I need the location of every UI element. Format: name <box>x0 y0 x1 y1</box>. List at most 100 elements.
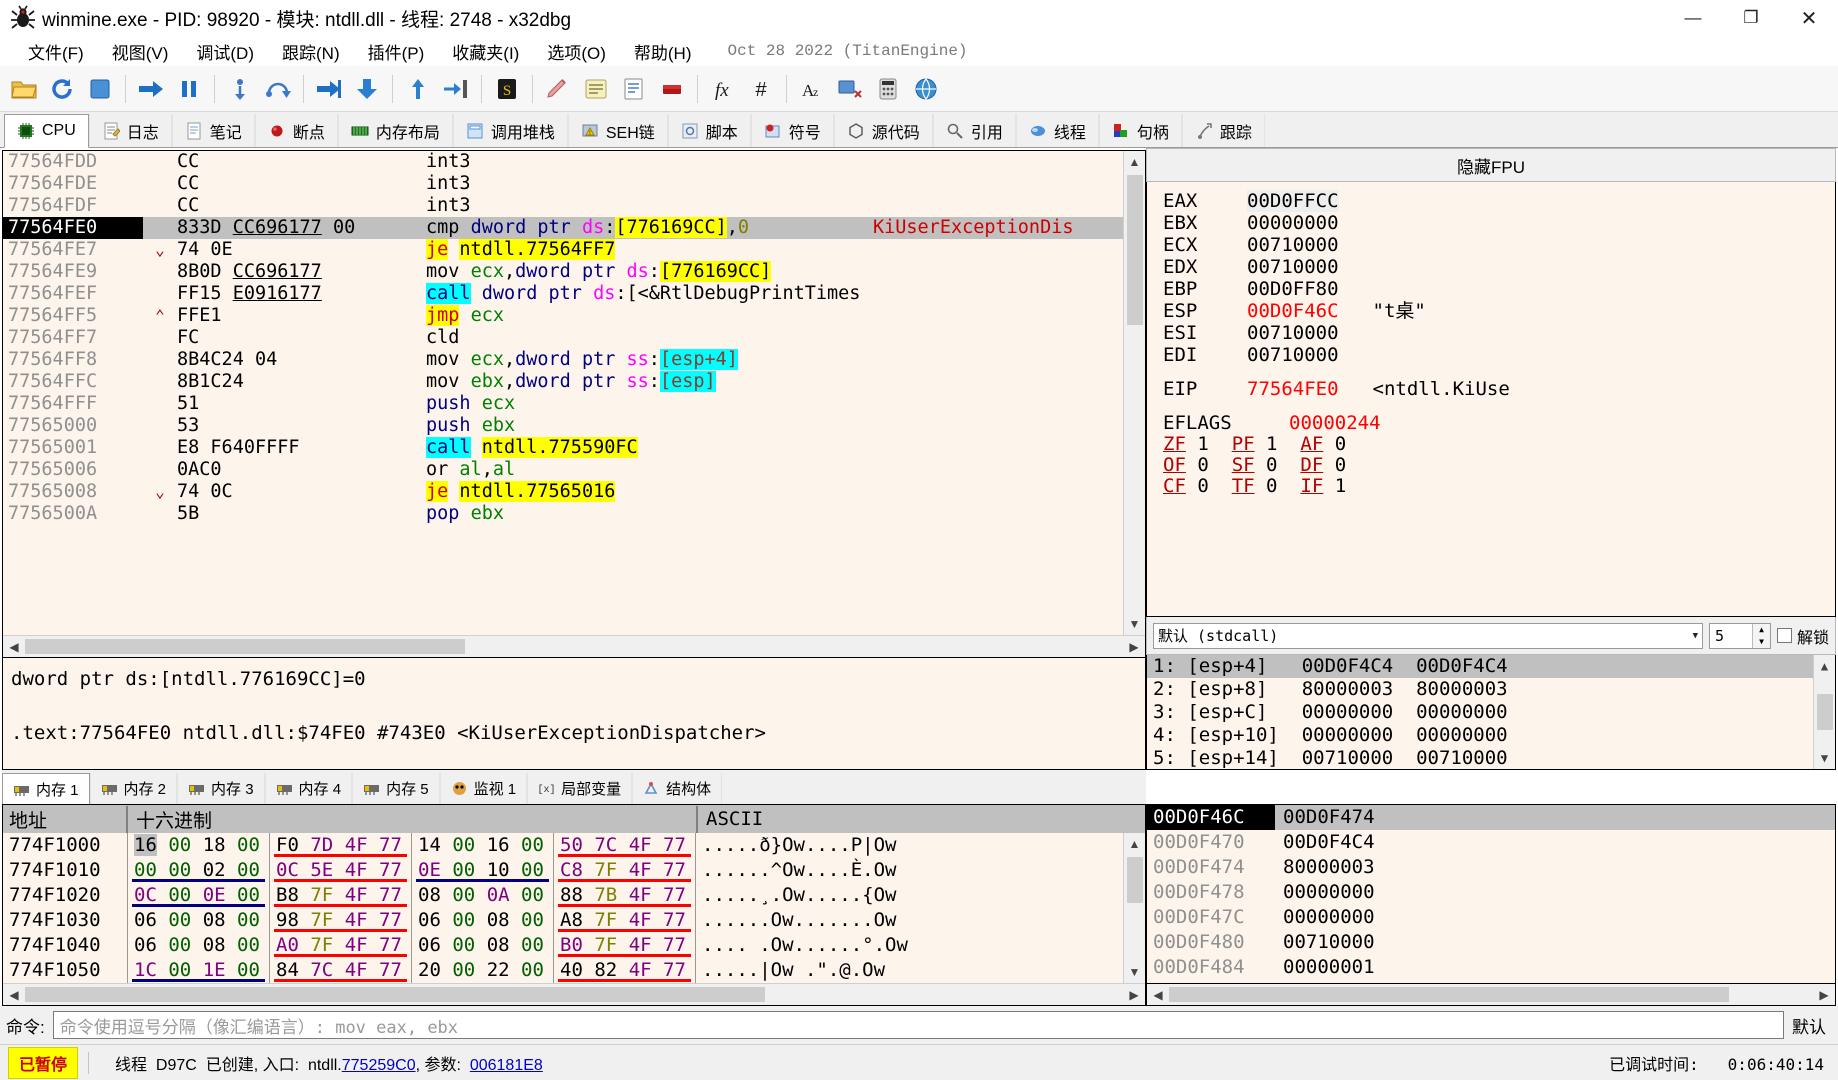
menu-favorites[interactable]: 收藏夹(I) <box>438 37 533 66</box>
menu-help[interactable]: 帮助(H) <box>620 37 706 66</box>
hex-byte[interactable]: 00 <box>521 959 544 981</box>
hex-byte[interactable]: 0E <box>418 859 441 881</box>
hex-group[interactable]: 16 00 18 00 <box>128 833 270 858</box>
hex-byte[interactable]: 22 <box>487 959 510 981</box>
menu-file[interactable]: 文件(F) <box>14 37 98 66</box>
dump-row[interactable]: 774F1050 1C 00 1E 00 84 7C 4F 77 20 00 22 0… <box>3 958 1123 983</box>
hex-byte[interactable]: 7F <box>594 909 617 931</box>
flags-row[interactable]: ZF 1 PF 1 AF 0 <box>1163 434 1835 455</box>
hex-byte[interactable]: 77 <box>663 934 686 956</box>
flag-name[interactable]: DF <box>1300 454 1323 476</box>
dump-row-ascii[interactable]: .....ð}Ow....P|Ow <box>696 833 1123 858</box>
hex-byte[interactable]: 7F <box>310 934 333 956</box>
dump-tab-内存-3[interactable]: 内存 3 <box>177 773 265 804</box>
tab-cpu[interactable]: CPU <box>4 114 89 148</box>
hex-byte[interactable]: 77 <box>379 859 402 881</box>
register-row[interactable]: ESP 00D0F46C "t桌" <box>1163 300 1835 322</box>
disassembly-row[interactable]: 77565006 0AC0 or al,al <box>3 459 1123 481</box>
register-row[interactable]: ESI 00710000 <box>1163 322 1835 344</box>
breakpoint-icon-tb[interactable] <box>654 71 690 107</box>
hex-byte[interactable]: 00 <box>521 884 544 906</box>
stack-value[interactable]: 00D0F474 <box>1275 805 1440 830</box>
scroll-down-icon[interactable]: ▼ <box>1124 613 1146 635</box>
hex-byte[interactable]: 00 <box>237 834 260 856</box>
dump-row-ascii[interactable]: .....¸.Ow.....{Ow <box>696 883 1123 908</box>
hex-byte[interactable]: 4F <box>629 934 652 956</box>
flag-name[interactable]: PF <box>1232 433 1255 455</box>
run-icon[interactable] <box>133 71 169 107</box>
hex-byte[interactable]: 00 <box>168 959 191 981</box>
dump-vscrollbar[interactable]: ▲ ▼ <box>1123 833 1145 983</box>
hex-byte[interactable]: B0 <box>560 934 583 956</box>
hex-group[interactable]: B8 7F 4F 77 <box>270 883 412 908</box>
hex-byte[interactable]: A8 <box>560 909 583 931</box>
hex-byte[interactable]: 4F <box>345 934 368 956</box>
hex-byte[interactable]: 4F <box>629 884 652 906</box>
hex-byte[interactable]: 10 <box>487 859 510 881</box>
hex-byte[interactable]: 00 <box>168 834 191 856</box>
hex-byte[interactable]: 00 <box>237 959 260 981</box>
hex-byte[interactable]: 77 <box>379 909 402 931</box>
hex-group[interactable]: A0 7F 4F 77 <box>270 933 412 958</box>
hex-group[interactable]: 0C 5E 4F 77 <box>270 858 412 883</box>
hex-group[interactable]: F0 7D 4F 77 <box>270 833 412 858</box>
hex-byte[interactable]: 00 <box>452 909 475 931</box>
dump-tab-内存-4[interactable]: 内存 4 <box>264 773 353 804</box>
tab-trace[interactable]: 跟踪 <box>1181 114 1265 147</box>
hex-group[interactable]: 1C 00 1E 00 <box>128 958 270 983</box>
step-out-icon[interactable] <box>400 71 436 107</box>
stack-hscrollbar[interactable]: ◀ ▶ <box>1146 984 1836 1006</box>
hex-group[interactable]: 20 00 22 00 <box>412 958 554 983</box>
hex-group[interactable]: 06 00 08 00 <box>128 933 270 958</box>
hex-byte[interactable]: 40 <box>560 959 583 981</box>
hex-byte[interactable]: 00 <box>237 909 260 931</box>
arguments-list[interactable]: 1: [esp+4] 00D0F4C4 00D0F4C4 2: [esp+8] 8… <box>1147 655 1813 769</box>
checkbox-box[interactable] <box>1776 628 1792 643</box>
hex-byte[interactable]: 06 <box>418 934 441 956</box>
register-value[interactable]: 00D0FFCC <box>1247 190 1339 212</box>
command-mode-label[interactable]: 默认 <box>1792 1013 1832 1038</box>
hex-byte[interactable]: 0A <box>487 884 510 906</box>
hex-byte[interactable]: 4F <box>345 834 368 856</box>
register-value[interactable]: 00710000 <box>1247 256 1339 278</box>
hex-byte[interactable]: A0 <box>276 934 299 956</box>
hex-byte[interactable]: 7F <box>594 934 617 956</box>
arg-count-stepper[interactable]: 5 ▲ ▼ <box>1708 622 1771 649</box>
scroll-up-icon[interactable]: ▲ <box>1814 655 1836 677</box>
flag-value[interactable]: 0 <box>1335 454 1346 476</box>
stack-row[interactable]: 00D0F470 00D0F4C4 <box>1147 830 1835 855</box>
register-value[interactable]: 00D0FF80 <box>1247 278 1339 300</box>
disassembly-row[interactable]: 77564FDF CC int3 <box>3 195 1123 217</box>
scroll-up-icon[interactable]: ▲ <box>1124 833 1146 855</box>
hex-byte[interactable]: 02 <box>203 859 226 881</box>
dump-tab-内存-2[interactable]: 内存 2 <box>89 773 178 804</box>
hex-byte[interactable]: 08 <box>418 884 441 906</box>
argument-row[interactable]: 2: [esp+8] 80000003 80000003 <box>1147 678 1813 701</box>
flag-name[interactable]: ZF <box>1163 433 1186 455</box>
hex-group[interactable]: 06 00 08 00 <box>128 908 270 933</box>
register-value[interactable]: 00710000 <box>1247 344 1339 366</box>
hex-byte[interactable]: 00 <box>237 884 260 906</box>
disassembly-row[interactable]: 77565001 E8 F640FFFF call ntdll.775590FC <box>3 437 1123 459</box>
stack-row[interactable]: 00D0F46C 00D0F474 <box>1147 805 1835 830</box>
hex-group[interactable]: 50 7C 4F 77 <box>554 833 696 858</box>
flag-value[interactable]: 1 <box>1266 433 1277 455</box>
hex-byte[interactable]: 4F <box>345 959 368 981</box>
argument-row[interactable]: 3: [esp+C] 00000000 00000000 <box>1147 701 1813 724</box>
flag-value[interactable]: 0 <box>1335 433 1346 455</box>
stack-row[interactable]: 00D0F480 00710000 <box>1147 930 1835 955</box>
hex-byte[interactable]: 00 <box>452 834 475 856</box>
menu-options[interactable]: 选项(O) <box>533 37 620 66</box>
calculator-icon[interactable] <box>870 71 906 107</box>
hex-byte[interactable]: 06 <box>418 909 441 931</box>
scroll-left-icon[interactable]: ◀ <box>3 984 25 1006</box>
disassembly-row[interactable]: 77564FE7 ⌄ 74 0E je ntdll.77564FF7 <box>3 239 1123 261</box>
hex-byte[interactable]: 77 <box>663 909 686 931</box>
register-row-eip[interactable]: EIP 77564FE0 <ntdll.KiUse <box>1163 378 1835 400</box>
hex-byte[interactable]: 7F <box>310 884 333 906</box>
hex-byte[interactable]: 08 <box>487 934 510 956</box>
hex-byte[interactable]: 4F <box>345 884 368 906</box>
hex-byte[interactable]: 82 <box>594 959 617 981</box>
scroll-left-icon[interactable]: ◀ <box>1147 984 1169 1006</box>
menu-trace[interactable]: 跟踪(N) <box>268 37 354 66</box>
